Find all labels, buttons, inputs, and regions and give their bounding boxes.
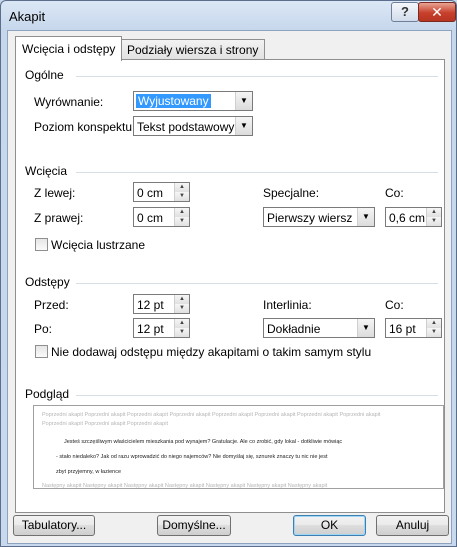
alignment-label: Wyrównanie: (34, 95, 104, 109)
divider (76, 283, 438, 284)
help-button[interactable]: ? (391, 2, 419, 22)
tab-indents-spacing[interactable]: Wcięcia i odstępy (15, 36, 123, 61)
mirror-indents-label: Wcięcia lustrzane (51, 238, 146, 252)
outline-level-label: Poziom konspektu: (34, 120, 136, 134)
preview-current-paragraph: zbyt przyjemny, w łazience (56, 469, 122, 475)
dialog-client-area: Wcięcia i odstępy Podziały wiersza i str… (7, 30, 452, 544)
divider (76, 172, 438, 173)
spacing-after-spinner[interactable]: 12 pt ▲ ▼ (133, 318, 190, 338)
indent-by-spinner[interactable]: 0,6 cm ▲ ▼ (385, 207, 442, 227)
indent-right-value: 0 cm (137, 211, 164, 225)
spacing-before-spinner[interactable]: 12 pt ▲ ▼ (133, 294, 190, 314)
indent-left-label: Z lewej: (34, 186, 76, 200)
tab-label: Podziały wiersza i strony (127, 43, 259, 57)
indent-left-value: 0 cm (137, 186, 164, 200)
tab-label: Wcięcia i odstępy (22, 42, 116, 56)
chevron-down-icon[interactable]: ▼ (357, 319, 374, 337)
alignment-dropdown[interactable]: Wyjustowany ▼ (133, 91, 253, 111)
spacing-before-value: 12 pt (137, 298, 164, 312)
indent-by-value: 0,6 cm (389, 211, 426, 225)
spacing-after-value: 12 pt (137, 322, 164, 336)
preview-section-title: Podgląd (25, 387, 70, 401)
outline-level-dropdown[interactable]: Tekst podstawowy ▼ (133, 116, 253, 136)
special-indent-dropdown[interactable]: Pierwszy wiersz ▼ (263, 207, 375, 227)
paragraph-dialog: Akapit ? ✕ Wcięcia i odstępy Podziały wi… (0, 0, 457, 547)
indents-section-title: Wcięcia (25, 164, 68, 178)
indent-right-label: Z prawej: (34, 211, 84, 225)
line-spacing-value: Dokładnie (267, 322, 321, 336)
dialog-title: Akapit (9, 9, 46, 24)
preview-previous-paragraph: Poprzedni akapit Poprzedni akapit Poprze… (42, 412, 381, 418)
preview-previous-paragraph: Poprzedni akapit Poprzedni akapit Poprze… (42, 421, 168, 427)
chevron-down-icon[interactable]: ▼ (235, 92, 252, 110)
preview-current-paragraph: Jesteś szczęśliwym właścicielem mieszkan… (64, 439, 343, 445)
spin-down-icon[interactable]: ▼ (426, 328, 441, 337)
ok-button[interactable]: OK (293, 515, 366, 536)
spacing-section-title: Odstępy (25, 275, 70, 289)
spin-down-icon[interactable]: ▼ (174, 328, 189, 337)
dont-add-space-label: Nie dodawaj odstępu między akapitami o t… (51, 345, 372, 359)
spin-down-icon[interactable]: ▼ (426, 217, 441, 226)
line-spacing-label: Interlinia: (263, 298, 312, 312)
indent-left-spinner[interactable]: 0 cm ▲ ▼ (133, 182, 190, 202)
preview-next-paragraph: Następny akapit Następny akapit Następny… (42, 483, 328, 489)
preview-box: Poprzedni akapit Poprzedni akapit Poprze… (33, 405, 444, 489)
divider (76, 395, 438, 396)
line-spacing-dropdown[interactable]: Dokładnie ▼ (263, 318, 375, 338)
title-bar: Akapit ? ✕ (1, 1, 456, 29)
spin-down-icon[interactable]: ▼ (174, 217, 189, 226)
indent-by-label: Co: (385, 186, 404, 200)
cancel-button[interactable]: Anuluj (376, 515, 449, 536)
tab-panel: Ogólne Wyrównanie: Wyjustowany ▼ Poziom … (15, 59, 445, 513)
set-as-default-button[interactable]: Domyślne... (157, 515, 231, 536)
dont-add-space-checkbox[interactable] (35, 345, 48, 358)
chevron-down-icon[interactable]: ▼ (357, 208, 374, 226)
spin-down-icon[interactable]: ▼ (174, 192, 189, 201)
spacing-after-label: Po: (34, 322, 53, 336)
line-spacing-at-label: Co: (385, 298, 404, 312)
outline-level-value: Tekst podstawowy (137, 120, 235, 134)
general-section-title: Ogólne (25, 68, 64, 82)
preview-current-paragraph: - stało niedaleko? Jak od razu wprowadzi… (56, 454, 328, 460)
special-indent-label: Specjalne: (263, 186, 320, 200)
mirror-indents-checkbox[interactable] (35, 238, 48, 251)
spacing-before-label: Przed: (34, 298, 69, 312)
close-button[interactable]: ✕ (418, 2, 456, 22)
tab-line-page-breaks[interactable]: Podziały wiersza i strony (120, 39, 266, 60)
divider (76, 76, 438, 77)
spin-down-icon[interactable]: ▼ (174, 304, 189, 313)
indent-right-spinner[interactable]: 0 cm ▲ ▼ (133, 207, 190, 227)
special-indent-value: Pierwszy wiersz (267, 211, 353, 225)
alignment-value: Wyjustowany (136, 94, 211, 108)
line-spacing-at-spinner[interactable]: 16 pt ▲ ▼ (385, 318, 442, 338)
line-spacing-at-value: 16 pt (389, 322, 416, 336)
tabs-button[interactable]: Tabulatory... (13, 515, 95, 536)
chevron-down-icon[interactable]: ▼ (235, 117, 252, 135)
